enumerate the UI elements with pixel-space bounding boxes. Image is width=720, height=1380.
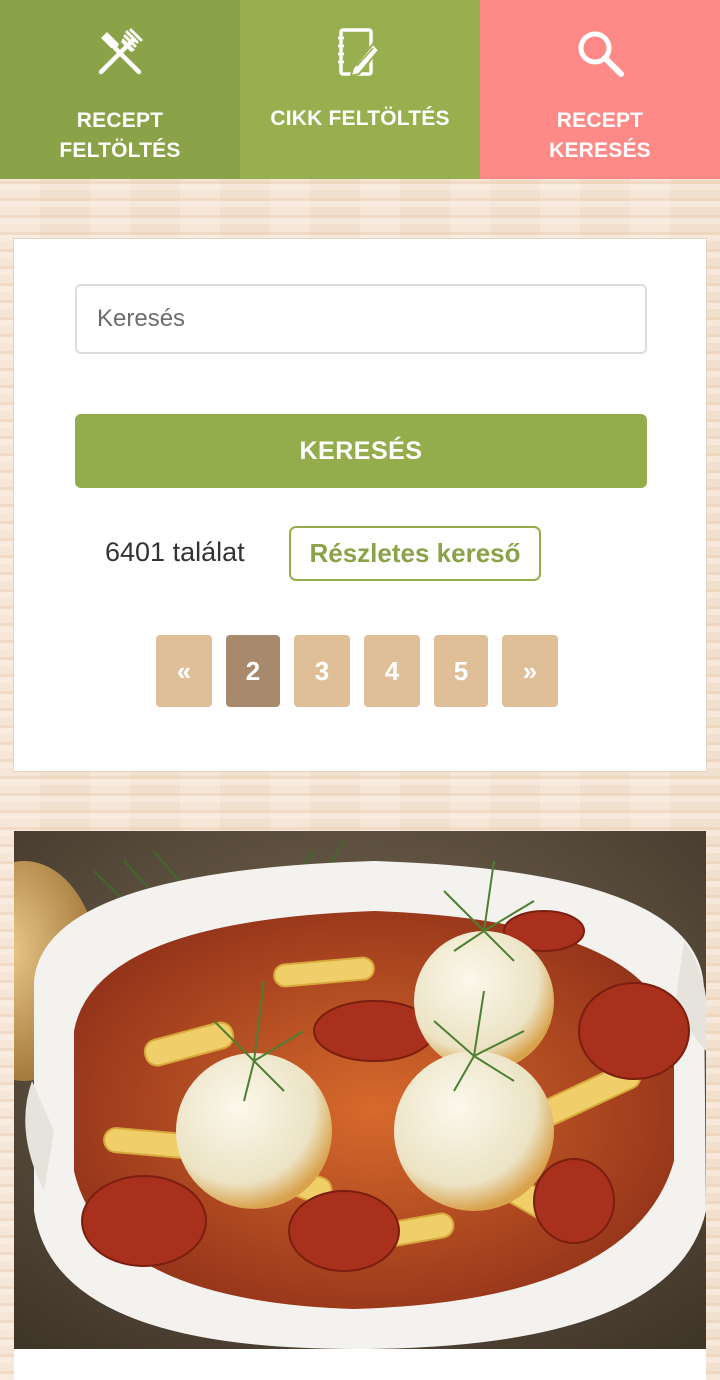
nav-recipe-search[interactable]: RECEPT KERESÉS [480,0,720,179]
search-input[interactable] [75,284,647,354]
search-icon [573,26,627,80]
pagination: « 2 3 4 5 » [14,635,708,707]
page-prev-button[interactable]: « [156,635,212,707]
advanced-search-link[interactable]: Részletes kereső [289,526,541,581]
nav-recipe-upload-label: RECEPT FELTÖLTÉS [59,109,181,162]
search-button[interactable]: KERESÉS [75,414,647,488]
recipe-card[interactable] [14,831,706,1380]
page-button-5[interactable]: 5 [434,635,488,707]
nav-recipe-search-label: RECEPT KERESÉS [549,109,651,162]
recipe-image[interactable] [14,831,706,1349]
page-button-4[interactable]: 4 [364,635,420,707]
nav-recipe-upload[interactable]: RECEPT FELTÖLTÉS [0,0,240,179]
search-panel: KERESÉS 6401 találat Részletes kereső « … [13,238,707,772]
fork-knife-icon [93,26,147,80]
page-next-button[interactable]: » [502,635,558,707]
notepad-pencil-icon [333,26,387,80]
page-button-3[interactable]: 3 [294,635,350,707]
top-navigation: RECEPT FELTÖLTÉS CIKK FELTÖLTÉS RECEPT K… [0,0,720,179]
page-button-2[interactable]: 2 [226,635,280,707]
nav-article-upload-label: CIKK FELTÖLTÉS [270,107,450,130]
result-count: 6401 találat [105,537,245,567]
nav-article-upload[interactable]: CIKK FELTÖLTÉS [240,0,480,179]
